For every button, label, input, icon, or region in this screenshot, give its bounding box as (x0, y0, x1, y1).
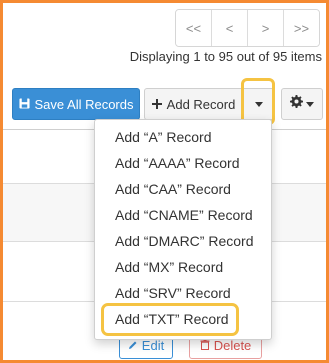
caret-down-icon (306, 101, 314, 107)
menu-item-add-aaaa-record[interactable]: Add “AAAA” Record (95, 150, 271, 176)
pagination: << < > >> (175, 9, 320, 47)
previous-page-button[interactable]: < (212, 10, 248, 46)
menu-item-add-caa-record[interactable]: Add “CAA” Record (95, 176, 271, 202)
screen: << < > >> Displaying 1 to 95 out of 95 i… (3, 3, 326, 360)
next-page-button[interactable]: > (248, 10, 284, 46)
menu-item-add-cname-record[interactable]: Add “CNAME” Record (95, 202, 271, 228)
save-all-records-button[interactable]: Save All Records (12, 88, 140, 120)
last-page-button[interactable]: >> (284, 10, 319, 46)
menu-item-add-dmarc-record[interactable]: Add “DMARC” Record (95, 228, 271, 254)
highlight-box-txt-record (101, 303, 239, 336)
plus-icon (151, 97, 162, 112)
floppy-disk-icon (18, 97, 30, 112)
menu-item-add-mx-record[interactable]: Add “MX” Record (95, 254, 271, 280)
menu-item-add-a-record[interactable]: Add “A” Record (95, 124, 271, 150)
gear-icon (290, 95, 303, 113)
add-record-button[interactable]: Add Record (144, 88, 243, 120)
records-count-info: Displaying 1 to 95 out of 95 items (129, 49, 322, 64)
settings-dropdown-button[interactable] (281, 88, 323, 120)
save-all-records-label: Save All Records (34, 96, 134, 112)
first-page-button[interactable]: << (176, 10, 212, 46)
highlight-box-dropdown-toggle (241, 78, 275, 125)
add-record-label: Add Record (166, 96, 236, 112)
